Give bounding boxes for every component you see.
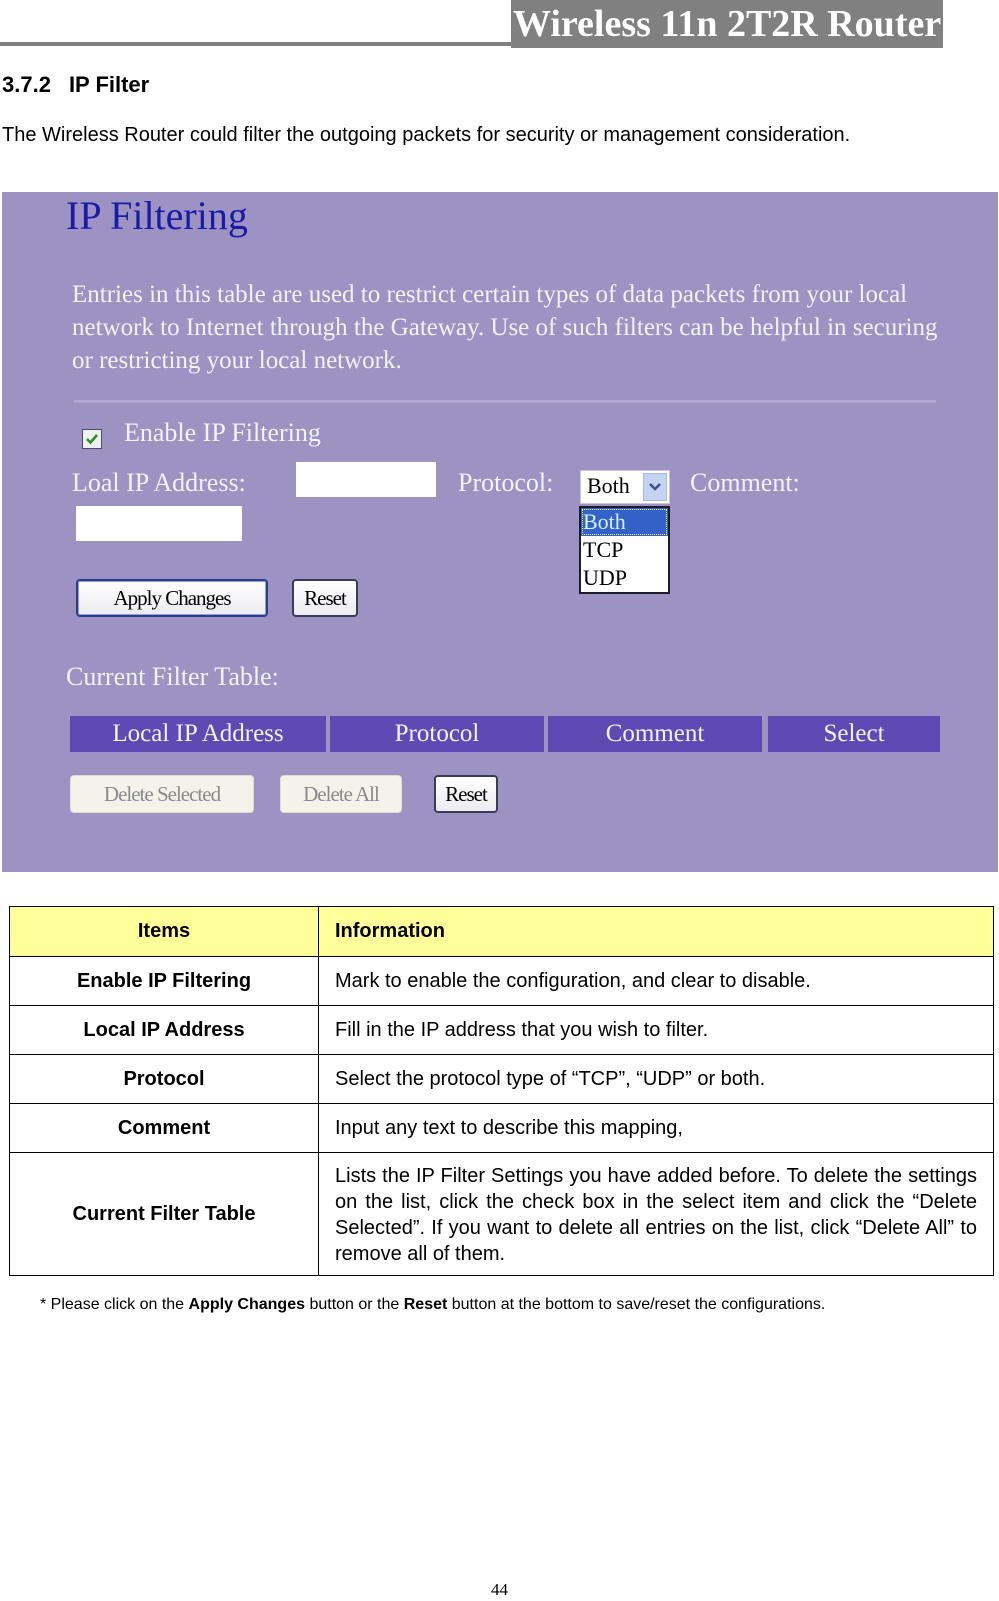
ui-description: Entries in this table are used to restri… [72,281,938,374]
note-prefix: * Please click on the [40,1296,189,1313]
delete-all-button[interactable]: Delete All [280,775,402,813]
document-header-title: Wireless 11n 2T2R Router [511,0,944,48]
delete-selected-button[interactable]: Delete Selected [70,775,254,813]
reset-button[interactable]: Reset [292,579,358,617]
table-row: Local IP Address Fill in the IP address … [9,1005,994,1055]
row-info: Lists the IP Filter Settings you have ad… [318,1152,994,1276]
items-information-table: Items Information Enable IP Filtering Ma… [9,906,994,1276]
section-heading: 3.7.2 IP Filter [2,72,149,98]
row-item: Enable IP Filtering [9,956,319,1006]
row-item: Local IP Address [9,1005,319,1055]
table-row: Comment Input any text to describe this … [9,1103,994,1153]
filter-table-header-local-ip: Local IP Address [70,716,326,752]
checkmark-icon [86,434,98,445]
intro-paragraph: The Wireless Router could filter the out… [2,124,851,146]
table-row: Current Filter Table Lists the IP Filter… [9,1152,994,1276]
protocol-selected-value: Both [587,473,630,498]
column-header-information: Information [318,906,994,957]
table-row: Protocol Select the protocol type of “TC… [9,1054,994,1104]
comment-input[interactable] [76,506,242,541]
row-info: Input any text to describe this mapping, [318,1103,994,1153]
row-item: Current Filter Table [9,1152,319,1276]
protocol-label: Protocol: [458,468,554,497]
row-info: Select the protocol type of “TCP”, “UDP”… [318,1054,994,1104]
row-item: Protocol [9,1054,319,1104]
column-header-items: Items [9,906,319,957]
page-number: 44 [491,1580,508,1599]
section-title: IP Filter [68,72,150,97]
row-info: Mark to enable the configuration, and cl… [318,956,994,1006]
protocol-option-udp[interactable]: UDP [581,564,668,592]
enable-ip-filtering-checkbox[interactable] [82,429,102,449]
local-ip-label: Loal IP Address: [72,468,246,497]
protocol-option-both[interactable]: Both [581,508,668,536]
note-reset: Reset [403,1296,448,1313]
protocol-dropdown-list: Both TCP UDP [579,506,670,594]
note-middle: button or the [305,1296,404,1313]
footnote: * Please click on the Apply Changes butt… [40,1296,825,1314]
filter-table-header-protocol: Protocol [330,716,544,752]
apply-changes-button[interactable]: Apply Changes [76,579,268,617]
chevron-down-icon[interactable] [643,473,667,501]
table-header-row: Items Information [9,906,994,957]
ui-divider [74,400,936,403]
filter-table-header-comment: Comment [548,716,762,752]
filter-table-header-select: Select [768,716,940,752]
ip-filtering-screenshot: IP Filtering Entries in this table are u… [2,192,998,872]
current-filter-table-label: Current Filter Table: [66,662,279,691]
row-item: Comment [9,1103,319,1153]
note-apply-changes: Apply Changes [188,1296,305,1313]
section-number: 3.7.2 [2,72,51,97]
table-reset-button[interactable]: Reset [434,775,498,813]
header-rule [0,42,512,46]
ui-page-title: IP Filtering [66,193,248,238]
local-ip-input[interactable] [296,462,436,497]
enable-ip-filtering-label: Enable IP Filtering [124,418,321,447]
protocol-option-tcp[interactable]: TCP [581,536,668,564]
row-info: Fill in the IP address that you wish to … [318,1005,994,1055]
comment-label: Comment: [690,468,800,497]
protocol-select[interactable]: Both [580,470,670,504]
table-row: Enable IP Filtering Mark to enable the c… [9,956,994,1006]
note-suffix: button at the bottom to save/reset the c… [447,1296,826,1313]
